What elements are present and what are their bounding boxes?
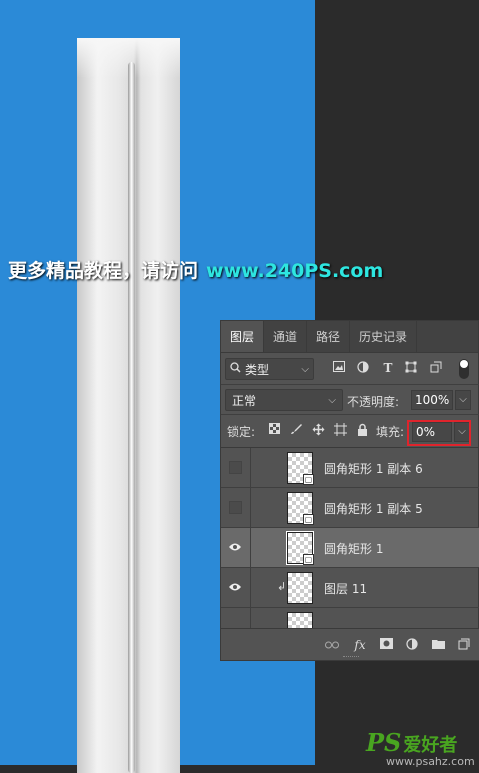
- panel-tabs: 图层 通道 路径 历史记录: [221, 321, 478, 353]
- lock-artboard-icon[interactable]: [333, 423, 347, 437]
- pillar-groove: [128, 62, 135, 773]
- visibility-separator: [250, 528, 251, 568]
- layer-name: 圆角矩形 1 副本 6: [324, 462, 423, 476]
- shape-badge-icon: ▢: [303, 554, 314, 565]
- filter-kind-value: 类型: [245, 362, 270, 377]
- fx-icon[interactable]: fx: [353, 638, 367, 652]
- layer-name: 圆角矩形 1 副本 5: [324, 502, 423, 516]
- panel-resize-grip[interactable]: [343, 656, 359, 659]
- clipping-mask-icon: ↲: [277, 580, 287, 593]
- lock-image-pixels-icon[interactable]: [289, 423, 303, 437]
- layer-thumbnail: [287, 572, 313, 604]
- logo-cn: 爱好者: [403, 735, 458, 756]
- lock-transparent-pixels-icon[interactable]: [267, 423, 281, 437]
- tab-paths[interactable]: 路径: [307, 321, 351, 352]
- tab-history[interactable]: 历史记录: [350, 321, 418, 352]
- lock-row: 锁定: 填充: 0% ⌵: [221, 414, 479, 446]
- visibility-toggle[interactable]: [227, 499, 243, 515]
- lock-label: 锁定:: [227, 425, 256, 439]
- shape-badge-icon: ▢: [303, 474, 314, 485]
- filter-kind-select[interactable]: 类型 ⌵: [225, 358, 314, 380]
- image-filter-icon[interactable]: [332, 361, 346, 375]
- eye-icon[interactable]: [227, 579, 243, 595]
- mask-icon[interactable]: [379, 638, 393, 652]
- layer-row-copy-5[interactable]: ▢ 圆角矩形 1 副本 5: [221, 488, 479, 528]
- visibility-toggle[interactable]: [227, 459, 243, 475]
- chevron-down-icon: ⌵: [301, 363, 309, 375]
- tab-channels[interactable]: 通道: [264, 321, 308, 352]
- layer-thumbnail: ▢: [286, 531, 314, 565]
- opacity-label: 不透明度:: [347, 395, 400, 409]
- layer-row-partial[interactable]: [221, 608, 479, 628]
- layer-row-layer-11[interactable]: ↲ 图层 11: [221, 568, 479, 608]
- visibility-separator: [250, 448, 251, 488]
- adjustment-filter-icon[interactable]: [356, 361, 370, 375]
- tab-layers[interactable]: 图层: [221, 321, 265, 352]
- new-layer-icon[interactable]: [457, 638, 471, 652]
- site-logo: PS 爱好者 www.psahz.com: [366, 728, 475, 768]
- blend-row: 正常 ⌵ 不透明度: 100% ⌵: [221, 384, 479, 414]
- type-filter-icon[interactable]: T: [381, 361, 395, 375]
- visibility-separator: [250, 568, 251, 608]
- opacity-dropdown-button[interactable]: ⌵: [455, 390, 471, 410]
- layer-row-rounded-rect-1[interactable]: ▢ 圆角矩形 1: [221, 528, 479, 568]
- watermark-text: 更多精品教程，请访问 www.240PS.com: [8, 256, 383, 283]
- chevron-down-icon: ⌵: [328, 394, 336, 406]
- adjustment-icon[interactable]: [405, 638, 419, 652]
- filter-row: 类型 ⌵ T: [221, 354, 479, 384]
- fill-highlight-box: [407, 420, 471, 446]
- fill-label: 填充:: [376, 425, 405, 439]
- opacity-input[interactable]: 100%: [411, 390, 453, 410]
- search-icon: [230, 362, 241, 376]
- folder-icon[interactable]: [431, 638, 445, 652]
- pillar-artwork: [77, 38, 180, 773]
- logo-ps: PS: [366, 728, 402, 757]
- panel-bottom-bar: fx: [221, 628, 479, 660]
- watermark-url: www.240PS.com: [206, 260, 384, 282]
- visibility-separator: [250, 488, 251, 528]
- shape-badge-icon: ▢: [303, 514, 314, 525]
- smart-object-filter-icon[interactable]: [429, 361, 443, 375]
- layer-row-copy-6[interactable]: ▢ 圆角矩形 1 副本 6: [221, 448, 479, 488]
- eye-icon[interactable]: [227, 539, 243, 555]
- shape-filter-icon[interactable]: [404, 361, 418, 375]
- layer-list: ▢ 圆角矩形 1 副本 6 ▢ 圆角矩形 1 副本 5 ▢ 圆角矩形 1 ↲ 图…: [221, 447, 479, 628]
- layer-name: 图层 11: [324, 582, 368, 596]
- logo-site: www.psahz.com: [386, 755, 475, 768]
- layer-thumbnail: ▢: [287, 492, 314, 525]
- blend-mode-value: 正常: [232, 393, 257, 408]
- layers-panel: 图层 通道 路径 历史记录 类型 ⌵ T 正常 ⌵ 不透明度: 100% ⌵ 锁…: [220, 320, 479, 661]
- layer-thumbnail: ▢: [287, 452, 314, 485]
- visibility-separator: [250, 608, 251, 628]
- blend-mode-select[interactable]: 正常 ⌵: [225, 389, 343, 411]
- layer-thumbnail: [287, 612, 313, 628]
- lock-all-icon[interactable]: [355, 423, 369, 437]
- filter-toggle[interactable]: [459, 359, 469, 379]
- layer-name: 圆角矩形 1: [324, 542, 384, 556]
- link-icon[interactable]: [325, 638, 339, 652]
- lock-position-icon[interactable]: [311, 423, 325, 437]
- watermark-label: 更多精品教程，请访问: [8, 260, 199, 282]
